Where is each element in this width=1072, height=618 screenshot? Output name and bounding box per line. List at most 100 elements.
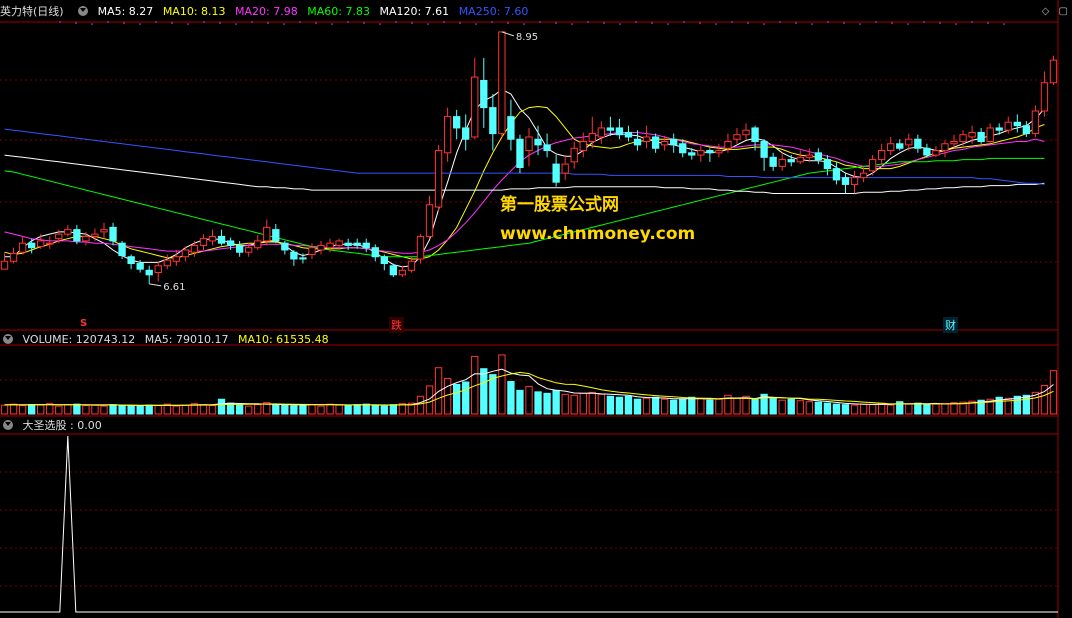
candle-body — [362, 242, 370, 249]
volume-ma10-label: MA10: 61535.48 — [237, 333, 329, 346]
s-marker: S — [80, 318, 88, 329]
ma-toggle-icon[interactable] — [78, 6, 89, 16]
ma-line-ma250 — [4, 128, 1045, 185]
volume-ma5-label: MA5: 79010.17 — [144, 333, 229, 346]
candle-body — [91, 233, 99, 237]
candle-body — [317, 244, 325, 251]
volume-bar — [814, 401, 823, 415]
candle-body — [670, 138, 678, 146]
volume-bar — [679, 398, 687, 415]
candle-body — [941, 143, 949, 152]
volume-bar — [308, 404, 316, 415]
ma-dot — [523, 23, 525, 25]
volume-bar — [480, 368, 488, 415]
volume-bar — [950, 402, 958, 415]
ma-dot — [651, 22, 653, 24]
candle-body — [905, 138, 913, 146]
candle-body — [859, 172, 868, 179]
ma-dot — [363, 22, 365, 24]
candle-body — [778, 159, 786, 167]
candle-body — [118, 242, 126, 257]
ma-dot — [187, 23, 189, 25]
candle-body — [380, 256, 388, 265]
volume-bar — [769, 397, 777, 415]
candle-body — [796, 156, 804, 163]
ma120-label: MA120: 7.61 — [379, 5, 450, 18]
ma60-label: MA60: 7.83 — [307, 5, 370, 18]
candle-body — [326, 242, 334, 249]
candle-body — [407, 260, 416, 271]
volume-bar — [525, 385, 533, 415]
volume-bar — [371, 404, 379, 415]
candle-body — [235, 244, 244, 253]
volume-bar — [887, 404, 895, 415]
candle-body — [73, 229, 81, 242]
candle-body — [914, 138, 922, 149]
candle-body — [615, 127, 624, 136]
volume-bar — [787, 398, 795, 415]
ma-dot — [907, 23, 909, 25]
volume-bar — [37, 404, 45, 415]
candle-body — [597, 127, 606, 138]
candle-body — [633, 138, 642, 146]
volume-bar — [154, 405, 162, 415]
volume-bar — [335, 404, 343, 415]
candle-body — [688, 152, 696, 156]
candle-body — [751, 127, 759, 142]
volume-bar — [299, 404, 307, 415]
volume-bar — [941, 403, 949, 415]
ma-dot — [699, 22, 701, 24]
volume-bar — [805, 401, 813, 415]
candle-body — [715, 150, 723, 154]
volume-bar — [715, 398, 723, 415]
ma-dot — [443, 21, 445, 23]
ma-dot — [987, 22, 989, 24]
ma-dot — [331, 23, 333, 25]
candle-body — [878, 150, 886, 161]
down-marker: 跌 — [389, 317, 404, 333]
ma-dot — [891, 22, 893, 24]
volume-bar — [27, 404, 36, 415]
volume-bar — [136, 405, 144, 415]
volume-bar — [552, 389, 560, 415]
watermark-title: 第一股票公式网 — [500, 195, 619, 215]
candle-body — [923, 147, 931, 156]
candle-body — [18, 242, 27, 253]
ma-dot — [731, 21, 733, 23]
candle-body — [787, 159, 795, 163]
ma-dot — [555, 22, 557, 24]
ma-dot — [491, 21, 493, 23]
volume-bar — [832, 403, 841, 415]
candle-body — [0, 260, 9, 270]
candle-body — [588, 133, 596, 142]
candle-body — [9, 252, 18, 262]
volume-bar — [281, 404, 289, 415]
ma-dot — [939, 22, 941, 24]
ma-dot — [571, 23, 573, 25]
kline-chart[interactable]: 8.95 6.61 — [0, 0, 1072, 618]
volume-bar — [733, 397, 741, 415]
volume-bar — [597, 393, 606, 415]
volume-bar — [850, 404, 859, 415]
candle-body — [190, 244, 199, 253]
ma-dot — [827, 21, 829, 23]
ma-dot — [971, 21, 973, 23]
ma-dot — [411, 22, 413, 24]
candle-body — [64, 229, 72, 235]
volume-toggle-icon[interactable] — [3, 334, 13, 344]
ma-dot — [155, 21, 157, 23]
candle-body — [353, 242, 361, 246]
candle-body — [651, 136, 660, 149]
panel-close-icon[interactable]: ▢ — [1059, 6, 1068, 17]
volume-bar — [109, 404, 117, 415]
ma-dot — [619, 23, 621, 25]
volume-bar — [823, 402, 832, 415]
candle-body — [425, 204, 434, 237]
volume-bar — [670, 399, 678, 415]
volume-bar — [579, 392, 587, 415]
ma-dot — [811, 23, 813, 25]
candle-body — [823, 159, 832, 170]
indicator-toggle-icon[interactable] — [3, 420, 13, 430]
volume-bar — [18, 405, 27, 415]
diamond-icon[interactable]: ◇ — [1042, 6, 1050, 17]
